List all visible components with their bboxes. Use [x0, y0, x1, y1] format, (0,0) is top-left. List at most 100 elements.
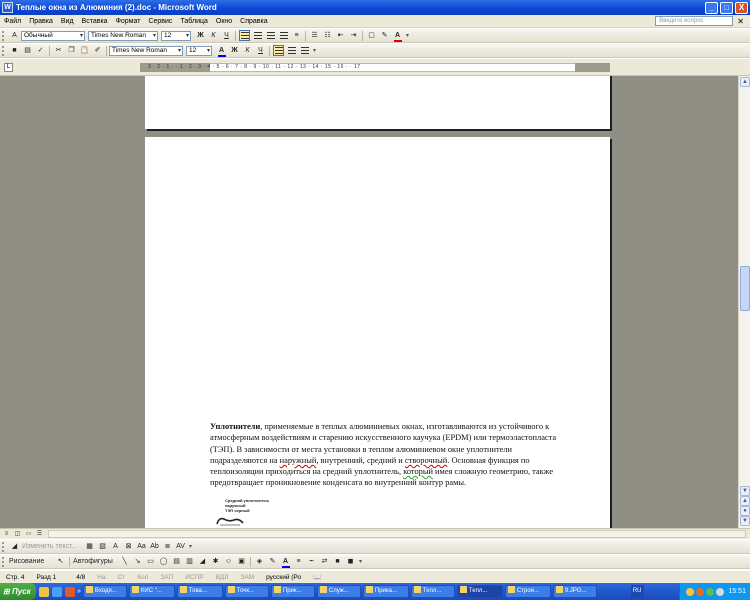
underline-button[interactable]: Ч	[221, 30, 232, 41]
font-combo[interactable]: Times New Roman	[88, 30, 158, 41]
task-button[interactable]: Тепл...	[410, 585, 455, 598]
line-spacing-button[interactable]: ≡	[291, 30, 302, 41]
document-area[interactable]: Уплотнители, применяемые в теплых алюмин…	[0, 76, 738, 528]
wordart-gallery-icon[interactable]: ▦	[84, 541, 95, 552]
menu-tools[interactable]: Сервис	[144, 18, 176, 25]
line-color-icon[interactable]: ✎	[267, 556, 278, 567]
quicklaunch-explorer-icon[interactable]	[39, 586, 49, 597]
task-button[interactable]: Входя...	[82, 585, 127, 598]
next-page-icon[interactable]: ▼	[740, 516, 750, 526]
textbox-icon[interactable]: ▤	[171, 556, 182, 567]
close-button[interactable]: X	[735, 1, 748, 14]
line-icon[interactable]: ╲	[119, 556, 130, 567]
seal-profile-image[interactable]	[215, 515, 245, 527]
line-style-icon[interactable]: ≡	[293, 556, 304, 567]
horizontal-ruler[interactable]: L 3 · 2 · 1 · · 1 · 2 · 3 · 4 · 5 · 6 · …	[0, 59, 750, 76]
task-button[interactable]: Точк...	[224, 585, 269, 598]
dash-style-icon[interactable]: ┅	[306, 556, 317, 567]
diagram-icon[interactable]: ✱	[210, 556, 221, 567]
toolbar-options-icon[interactable]: ▾	[406, 32, 409, 39]
fill-color-icon[interactable]: ◈	[254, 556, 265, 567]
font-combo-2[interactable]: Times New Roman	[109, 45, 183, 56]
wordart-shape-icon[interactable]: A	[110, 541, 121, 552]
print-icon[interactable]: ▤	[22, 45, 33, 56]
insert-wordart-icon[interactable]: ◢	[9, 541, 20, 552]
highlight-button[interactable]: ✎	[379, 30, 390, 41]
align-right-button[interactable]	[265, 30, 276, 41]
task-button[interactable]: Прика...	[362, 585, 409, 598]
task-button[interactable]: Строи...	[504, 585, 551, 598]
scroll-up-icon[interactable]: ▲	[740, 77, 750, 87]
italic-button-2[interactable]: К	[242, 45, 253, 56]
arrow-style-icon[interactable]: ⇄	[319, 556, 330, 567]
shadow-icon[interactable]: ■	[332, 556, 343, 567]
toolbar-options-icon-2[interactable]: ▾	[313, 47, 316, 54]
browse-object-icon[interactable]: ●	[740, 506, 750, 516]
print-layout-view-icon[interactable]: ▭	[24, 530, 33, 538]
normal-view-icon[interactable]: ≡	[2, 530, 11, 538]
font-color-button-2[interactable]: A	[216, 45, 227, 57]
select-objects-icon[interactable]: ↖	[55, 556, 66, 567]
bullets-button[interactable]: ☷	[322, 30, 333, 41]
3d-icon[interactable]: ◼	[345, 556, 356, 567]
menu-insert[interactable]: Вставка	[78, 18, 112, 25]
page-previous[interactable]	[145, 76, 610, 129]
scroll-thumb[interactable]	[740, 266, 750, 311]
tray-app-icon[interactable]	[716, 587, 725, 596]
scroll-down-icon[interactable]: ▼	[740, 486, 750, 496]
start-button[interactable]: ⊞ Пуск	[0, 583, 36, 600]
numbering-button[interactable]: ☰	[309, 30, 320, 41]
horizontal-scrollbar[interactable]: ≡ ◫ ▭ ☰	[0, 528, 750, 539]
quicklaunch-app-icon[interactable]	[65, 586, 75, 597]
vertical-text-icon[interactable]: Ab	[149, 541, 160, 552]
task-button[interactable]: Прик...	[270, 585, 315, 598]
align-left-button-2[interactable]	[273, 45, 284, 56]
menu-window[interactable]: Окно	[212, 18, 236, 25]
italic-button[interactable]: К	[208, 30, 219, 41]
menu-help[interactable]: Справка	[236, 18, 271, 25]
justify-button[interactable]	[278, 30, 289, 41]
arrow-icon[interactable]: ↘	[132, 556, 143, 567]
task-button[interactable]: Това...	[176, 585, 223, 598]
format-painter-icon[interactable]: ✐	[92, 45, 103, 56]
body-paragraph[interactable]: Уплотнители, применяемые в теплых алюмин…	[210, 421, 570, 489]
minimize-button[interactable]: _	[705, 1, 718, 14]
maximize-button[interactable]: □	[720, 1, 733, 14]
rectangle-icon[interactable]: ▭	[145, 556, 156, 567]
increase-indent-button[interactable]: ⇥	[348, 30, 359, 41]
tray-app-icon[interactable]	[686, 587, 695, 596]
text-wrapping-icon[interactable]: ⊠	[123, 541, 134, 552]
outline-view-icon[interactable]: ☰	[35, 530, 44, 538]
vertical-textbox-icon[interactable]: ▥	[184, 556, 195, 567]
task-button[interactable]: 9.JPG...	[552, 585, 597, 598]
toolbar-options-icon-4[interactable]: ▾	[359, 558, 362, 565]
format-wordart-icon[interactable]: ▧	[97, 541, 108, 552]
same-height-icon[interactable]: Aa	[136, 541, 147, 552]
web-view-icon[interactable]: ◫	[13, 530, 22, 538]
clock[interactable]: 15:51	[728, 588, 746, 595]
align-right-button-2[interactable]	[299, 45, 310, 56]
cut-icon[interactable]: ✂	[53, 45, 64, 56]
task-button[interactable]: Служ...	[316, 585, 361, 598]
save-icon[interactable]: ■	[9, 45, 20, 56]
paste-icon[interactable]: 📋	[79, 45, 90, 56]
tray-app-icon[interactable]	[706, 587, 715, 596]
tray-app-icon[interactable]	[696, 587, 705, 596]
bold-button[interactable]: Ж	[195, 30, 206, 41]
menu-view[interactable]: Вид	[57, 18, 78, 25]
hscroll-track[interactable]	[48, 530, 746, 538]
character-spacing-icon[interactable]: AV	[175, 541, 186, 552]
align-center-button[interactable]	[252, 30, 263, 41]
task-button[interactable]: КИС "...	[128, 585, 175, 598]
picture-icon[interactable]: ▣	[236, 556, 247, 567]
clipart-icon[interactable]: ☺	[223, 556, 234, 567]
task-button-active[interactable]: Тепл...	[456, 585, 503, 598]
spelling-status-icon[interactable]: 📖	[307, 573, 327, 581]
status-rec[interactable]: ЗАП	[154, 574, 179, 581]
status-trk[interactable]: ИСПР	[179, 574, 209, 581]
quicklaunch-ie-icon[interactable]	[52, 586, 62, 597]
vertical-scrollbar[interactable]: ▲ ▼ ▲ ● ▼	[738, 76, 750, 528]
font-color-button[interactable]: A	[392, 30, 403, 42]
size-combo[interactable]: 12	[161, 30, 191, 41]
underline-button-2[interactable]: Ч	[255, 45, 266, 56]
